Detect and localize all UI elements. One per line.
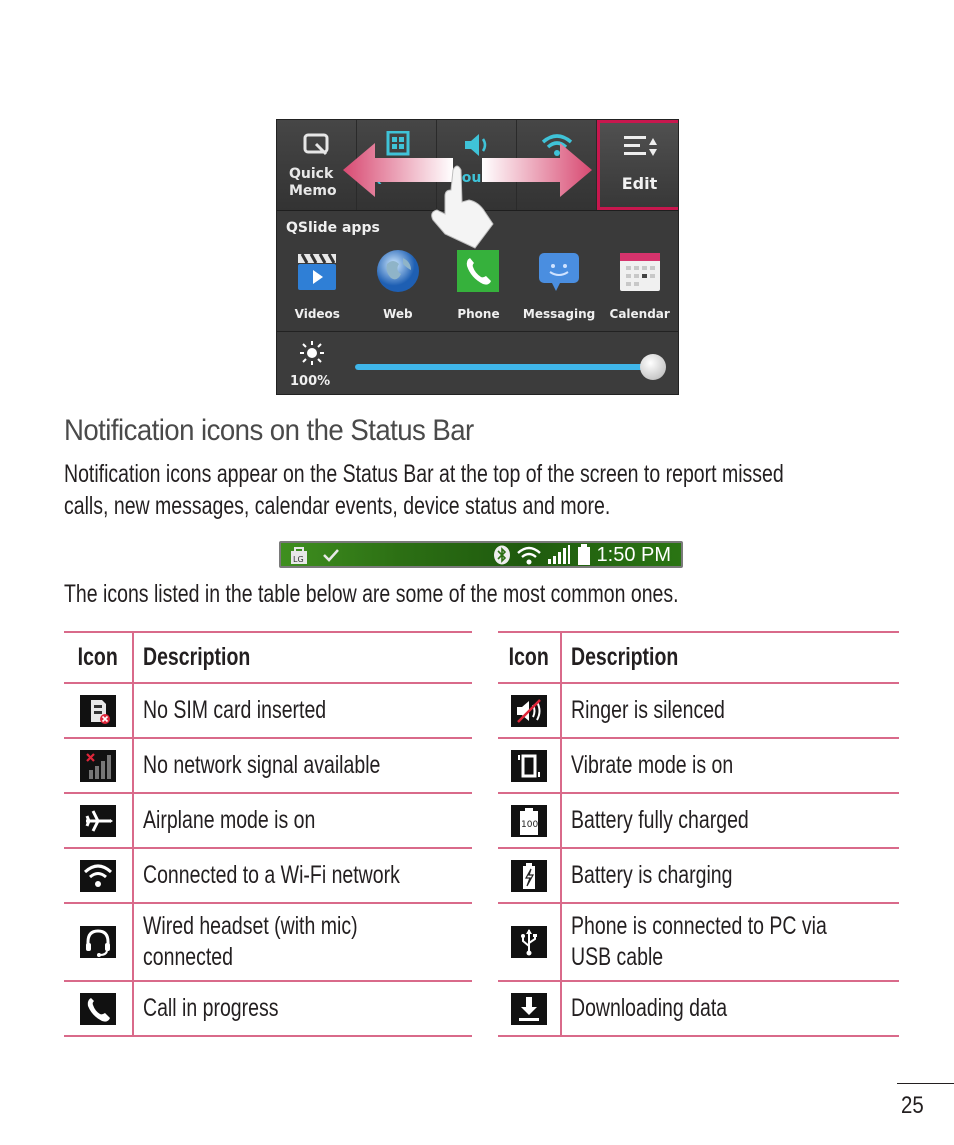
table-header-row: Icon Description xyxy=(64,631,472,684)
phone-icon xyxy=(457,250,500,292)
edit-label: Edit xyxy=(621,174,658,193)
qslide-apps-list: Videos Web Phone Messaging Calendar xyxy=(277,248,678,321)
table-row: Connected to a Wi-Fi network xyxy=(64,847,472,904)
brightness-sun-icon xyxy=(300,341,324,365)
brightness-slider-fill xyxy=(355,364,653,370)
battery-level-badge: 100 xyxy=(521,820,538,830)
section-heading: Notification icons on the Status Bar xyxy=(64,414,474,447)
battery-charging-icon xyxy=(511,859,547,892)
table-row: Vibrate mode is on xyxy=(498,737,899,794)
battery-full-icon: 100 xyxy=(511,804,547,837)
table-row: Downloading data xyxy=(498,980,899,1037)
signal-icon xyxy=(547,545,570,564)
row-description: No network signal available xyxy=(142,751,381,779)
table-row: No SIM card inserted xyxy=(64,682,472,739)
header-description: Description xyxy=(571,643,679,671)
header-icon: Icon xyxy=(508,643,550,671)
quick-settings-panel-screenshot: QuickMemo QSlide Sound Wi-Fi Edit xyxy=(276,119,679,395)
vibrate-icon xyxy=(511,749,547,782)
brightness-slider[interactable] xyxy=(355,354,666,380)
download-icon xyxy=(511,992,547,1025)
header-icon: Icon xyxy=(77,643,118,671)
row-description: Connected to a Wi-Fi network xyxy=(142,861,400,889)
headset-icon xyxy=(79,926,116,959)
quick-setting-label: Memo xyxy=(289,183,337,199)
qslide-apps-title: QSlide apps xyxy=(286,220,380,236)
wifi-icon xyxy=(79,859,116,892)
app-phone[interactable]: Phone xyxy=(438,248,519,321)
table-intro: The icons listed in the table below are … xyxy=(64,580,679,608)
row-description: Ringer is silenced xyxy=(571,696,725,724)
brightness-slider-thumb[interactable] xyxy=(640,354,666,380)
status-bar-time: 1:50 PM xyxy=(596,544,671,566)
app-label: Messaging xyxy=(522,307,596,321)
hand-gesture-icon xyxy=(431,165,494,249)
globe-icon xyxy=(376,250,419,292)
icons-table-right: Icon Description Ringer is silenced Vibr… xyxy=(498,631,899,1037)
row-description: Downloading data xyxy=(571,994,728,1022)
app-calendar[interactable]: Calendar xyxy=(599,248,678,321)
section-intro: Notification icons appear on the Status … xyxy=(64,458,784,522)
table-header-row: Icon Description xyxy=(498,631,899,684)
intro-line: Notification icons appear on the Status … xyxy=(64,460,784,488)
quick-setting-label: Quick xyxy=(289,166,334,182)
wifi-icon xyxy=(516,546,541,565)
intro-line: calls, new messages, calendar events, de… xyxy=(64,492,611,520)
call-icon xyxy=(79,992,116,1025)
row-description: Vibrate mode is on xyxy=(571,751,734,779)
header-description: Description xyxy=(142,643,250,671)
page-number: 25 xyxy=(901,1092,924,1119)
messaging-icon xyxy=(539,253,580,291)
row-description-line: Wired headset (with mic) xyxy=(142,912,358,940)
checkmark-icon xyxy=(323,549,339,562)
no-signal-icon xyxy=(79,749,116,782)
ringer-silenced-icon xyxy=(511,694,547,727)
page-number-rule xyxy=(897,1083,954,1084)
table-row: Airplane mode is on xyxy=(64,792,472,849)
brightness-value: 100% xyxy=(290,374,331,389)
edit-reorder-icon xyxy=(600,133,678,163)
app-label: Videos xyxy=(294,307,340,321)
svg-text:LG: LG xyxy=(293,555,304,564)
table-row: Call in progress xyxy=(64,980,472,1037)
app-label: Web xyxy=(383,307,413,321)
app-web[interactable]: Web xyxy=(358,248,439,321)
row-description-line: Phone is connected to PC via xyxy=(571,912,827,940)
videos-icon xyxy=(298,253,337,290)
table-row: No network signal available xyxy=(64,737,472,794)
app-label: Phone xyxy=(457,307,500,321)
app-label: Calendar xyxy=(609,307,670,321)
app-videos[interactable]: Videos xyxy=(277,248,358,321)
brightness-row: 100% xyxy=(277,331,678,394)
table-row: 100 Battery fully charged xyxy=(498,792,899,849)
airplane-icon xyxy=(79,804,116,837)
row-description: No SIM card inserted xyxy=(142,696,326,724)
row-description: Battery is charging xyxy=(571,861,733,889)
row-description: Airplane mode is on xyxy=(142,806,316,834)
usb-icon xyxy=(511,926,547,959)
table-row: Wired headset (with mic) connected xyxy=(64,902,472,982)
row-description: Battery fully charged xyxy=(571,806,749,834)
table-row: Phone is connected to PC via USB cable xyxy=(498,902,899,982)
no-sim-icon xyxy=(79,694,116,727)
icons-table-left: Icon Description No SIM card inserted No… xyxy=(64,631,472,1037)
calendar-icon xyxy=(619,253,660,291)
battery-icon xyxy=(577,544,590,565)
row-description: Call in progress xyxy=(142,994,279,1022)
table-row: Ringer is silenced xyxy=(498,682,899,739)
app-messaging[interactable]: Messaging xyxy=(519,248,600,321)
bluetooth-icon xyxy=(493,545,510,565)
edit-button[interactable]: Edit xyxy=(597,120,678,210)
lg-bag-icon: LG xyxy=(291,547,307,564)
table-row: Battery is charging xyxy=(498,847,899,904)
status-bar-example: LG 1:50 PM xyxy=(279,541,683,568)
row-description-line: connected xyxy=(142,943,233,971)
row-description-line: USB cable xyxy=(571,943,664,971)
